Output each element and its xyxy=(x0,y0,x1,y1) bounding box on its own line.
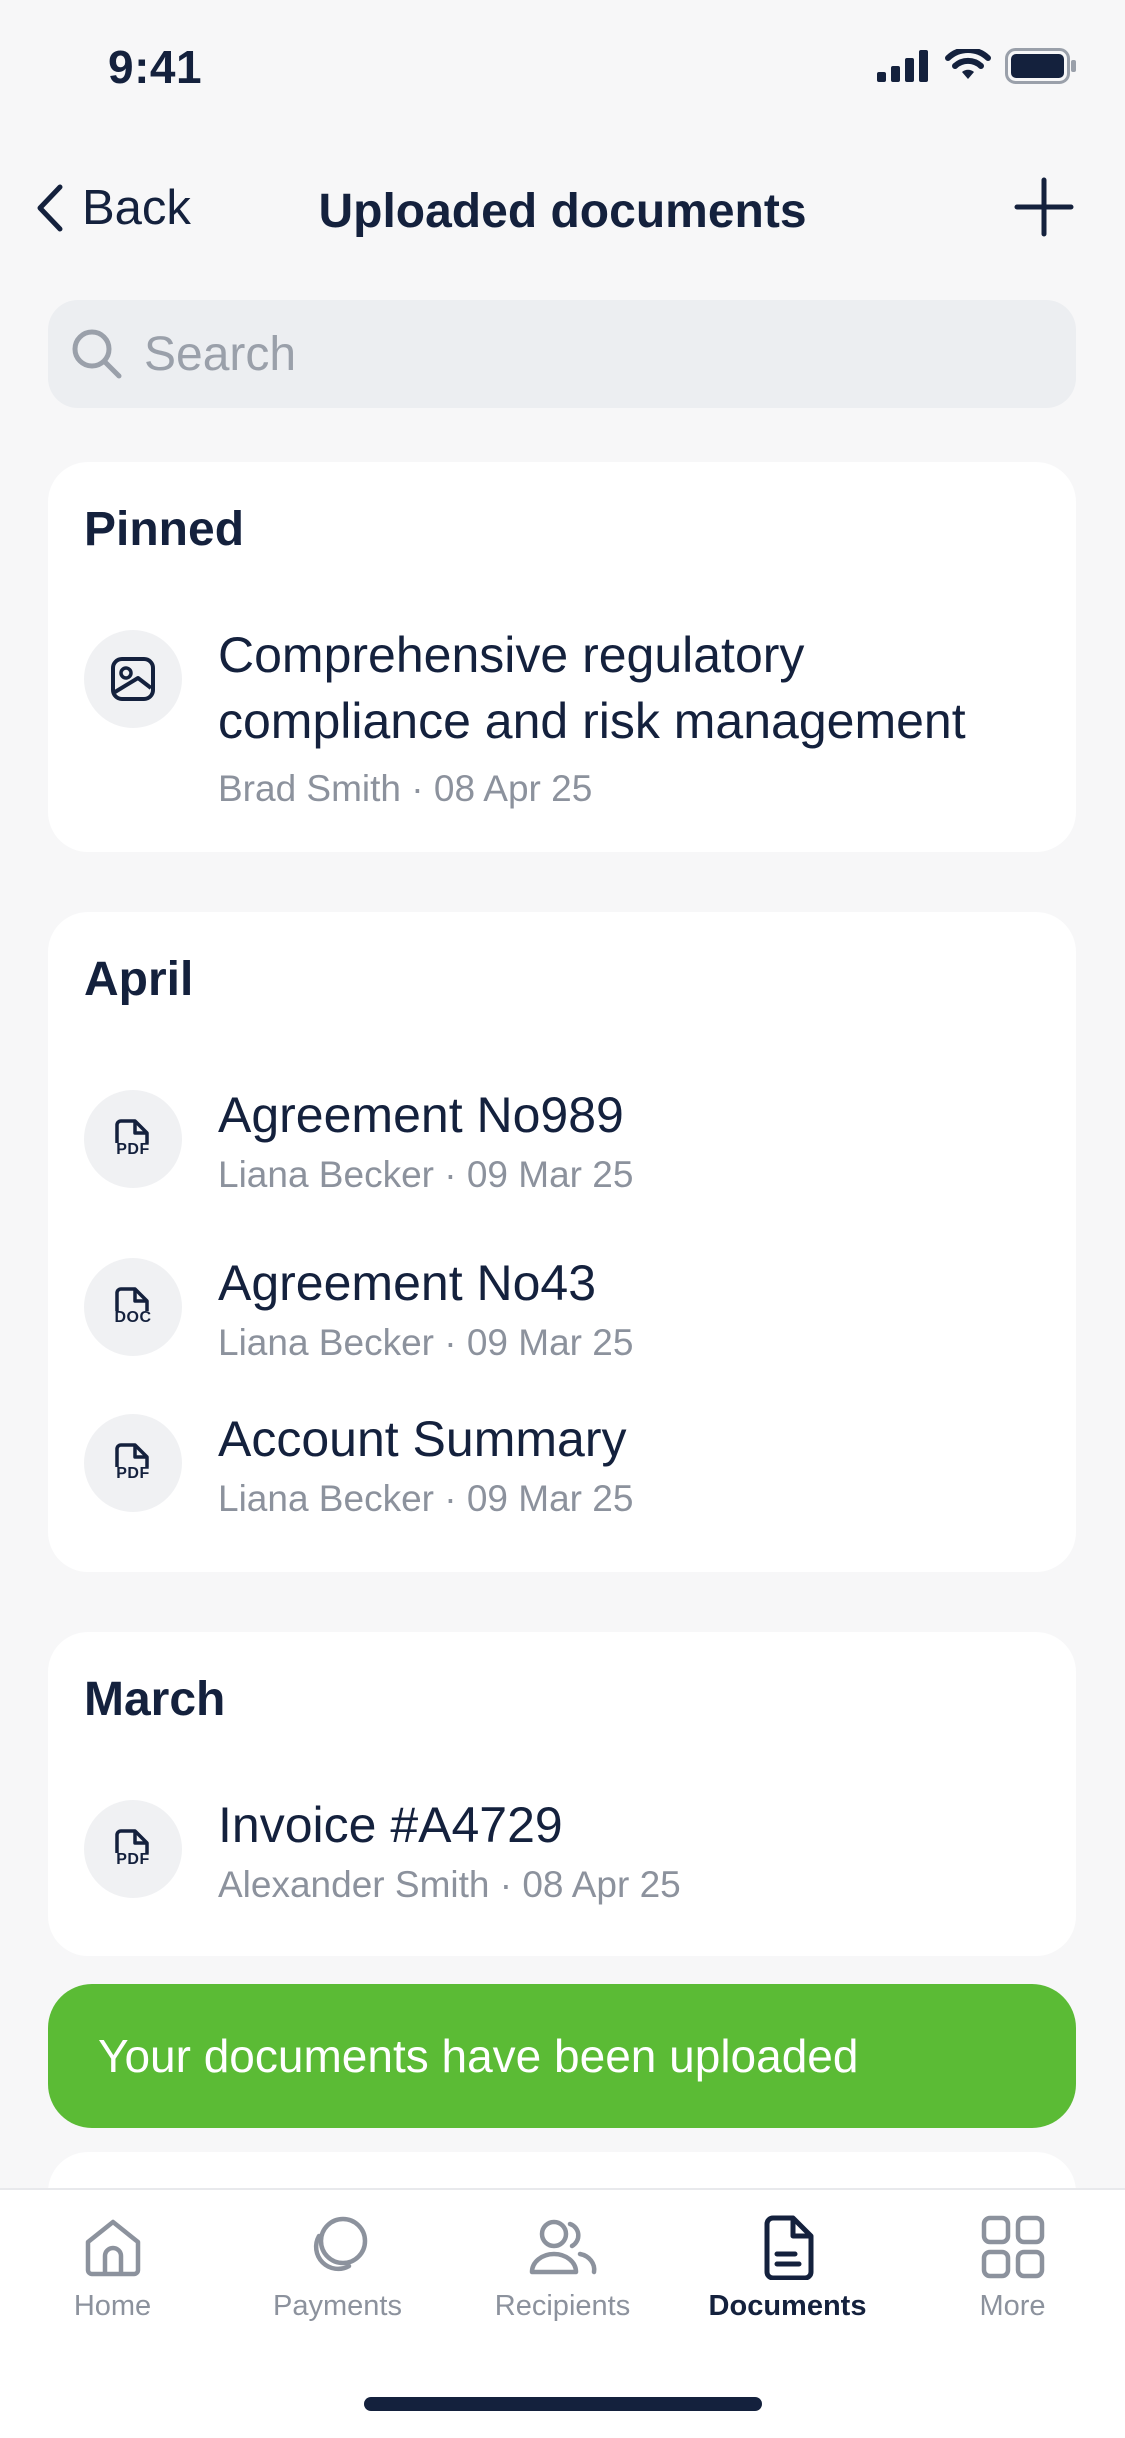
image-icon xyxy=(84,630,182,728)
file-ext-label: DOC xyxy=(114,1309,152,1326)
file-ext-label: PDF xyxy=(116,1851,150,1868)
payments-icon xyxy=(313,2216,367,2272)
list-item[interactable]: Comprehensive regulatory compliance and … xyxy=(84,627,1044,810)
search-icon xyxy=(72,329,122,379)
section-title-pinned: Pinned xyxy=(84,503,245,556)
tab-more[interactable]: More xyxy=(900,2214,1125,2323)
home-icon xyxy=(85,2219,140,2277)
tab-label: Home xyxy=(73,2290,152,2322)
march-section: March PDF Invoice #A4729 Alexander Smith… xyxy=(48,1632,1076,1956)
tab-label: Payments xyxy=(273,2290,402,2322)
section-title-april: April xyxy=(84,953,194,1006)
file-ext-label: PDF xyxy=(116,1141,150,1158)
list-item[interactable]: PDF Agreement No989 Liana Becker · 09 Ma… xyxy=(84,1087,1044,1210)
list-item[interactable]: PDF Account Summary Liana Becker · 09 Ma… xyxy=(84,1411,1044,1534)
search-input[interactable] xyxy=(142,325,1046,383)
status-time: 9:41 xyxy=(108,41,203,93)
item-meta: Liana Becker · 09 Mar 25 xyxy=(218,1322,634,1363)
wifi-icon xyxy=(945,49,991,79)
pdf-file-icon: PDF xyxy=(84,1414,182,1512)
add-document-button[interactable] xyxy=(1013,176,1075,243)
item-meta: Liana Becker · 09 Mar 25 xyxy=(218,1154,634,1195)
tab-home[interactable]: Home xyxy=(0,2214,225,2323)
documents-icon xyxy=(764,2215,813,2280)
recipients-icon xyxy=(529,2219,596,2275)
upload-success-toast[interactable]: Your documents have been uploaded xyxy=(48,1984,1076,2128)
april-section: April PDF Agreement No989 Liana Becker ·… xyxy=(48,912,1076,1572)
item-title: Comprehensive regulatory xyxy=(218,627,805,683)
item-title-continued: compliance and risk management xyxy=(218,693,966,749)
pdf-file-icon: PDF xyxy=(84,1090,182,1188)
doc-file-icon: DOC xyxy=(84,1258,182,1356)
battery-icon xyxy=(1005,48,1076,84)
item-title: Agreement No989 xyxy=(218,1087,624,1143)
tab-label: More xyxy=(979,2290,1046,2322)
plus-icon xyxy=(1014,177,1074,237)
page-title: Uploaded documents xyxy=(318,185,807,238)
toast-message: Your documents have been uploaded xyxy=(98,2030,859,2082)
item-meta: Liana Becker · 09 Mar 25 xyxy=(218,1478,634,1519)
item-meta: Alexander Smith · 08 Apr 25 xyxy=(218,1864,681,1905)
pinned-section: Pinned Comprehensive regulatory complian… xyxy=(48,462,1076,852)
home-indicator[interactable] xyxy=(364,2397,762,2411)
list-item[interactable]: DOC Agreement No43 Liana Becker · 09 Mar… xyxy=(84,1255,1044,1378)
item-title: Invoice #A4729 xyxy=(218,1797,563,1853)
item-title: Agreement No43 xyxy=(218,1255,597,1311)
tab-payments[interactable]: Payments xyxy=(225,2214,450,2323)
item-title: Account Summary xyxy=(218,1411,627,1467)
search-bar[interactable] xyxy=(48,300,1076,408)
item-meta: Brad Smith · 08 Apr 25 xyxy=(218,768,593,809)
list-item[interactable]: PDF Invoice #A4729 Alexander Smith · 08 … xyxy=(84,1797,1044,1920)
signal-icon xyxy=(877,50,928,82)
status-icons xyxy=(877,48,1077,84)
grid-icon xyxy=(981,2215,1044,2279)
tab-label: Documents xyxy=(708,2290,867,2322)
pdf-file-icon: PDF xyxy=(84,1800,182,1898)
tab-documents[interactable]: Documents xyxy=(675,2214,900,2323)
tab-label: Recipients xyxy=(494,2290,631,2322)
tab-recipients[interactable]: Recipients xyxy=(450,2214,675,2323)
file-ext-label: PDF xyxy=(116,1465,150,1482)
section-title-march: March xyxy=(84,1673,226,1726)
